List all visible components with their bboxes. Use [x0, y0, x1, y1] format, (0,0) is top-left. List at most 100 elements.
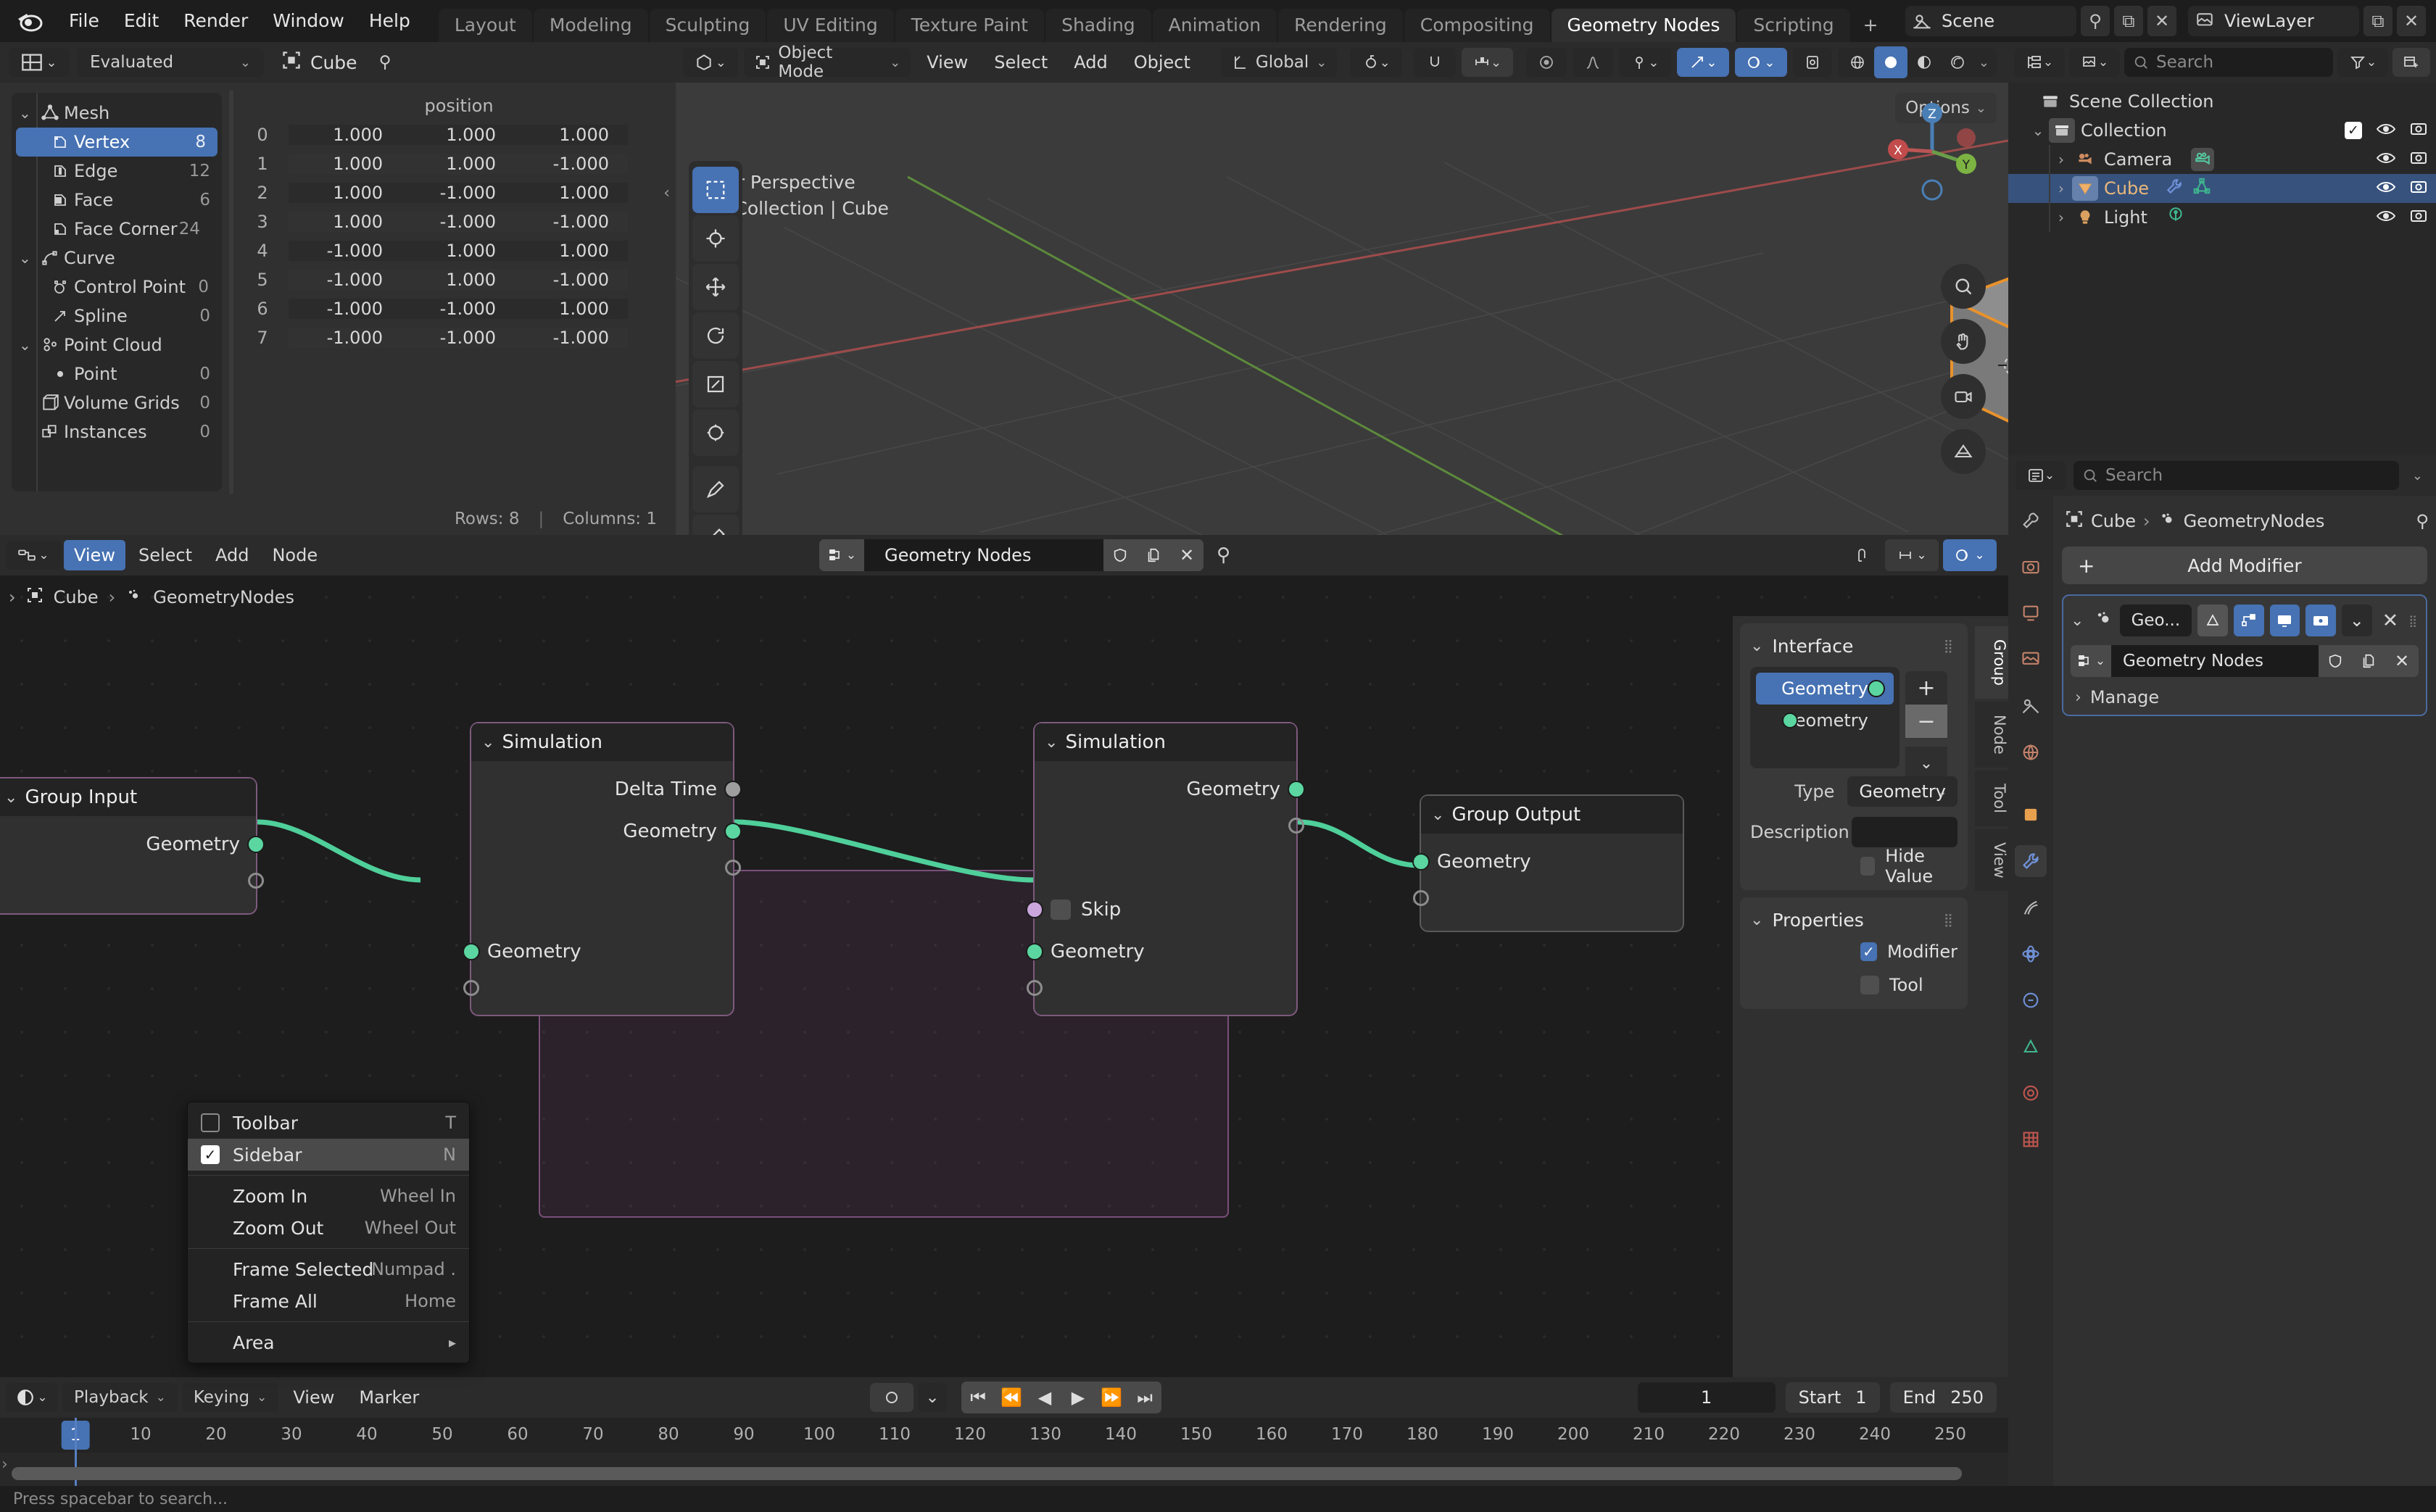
nodetree-name-field[interactable]: Geometry Nodes: [864, 539, 1103, 571]
tool-checkbox[interactable]: [1860, 976, 1879, 994]
jump-to-prev-keyframe-icon[interactable]: ⏪: [995, 1382, 1028, 1413]
modifier-extras-dropdown[interactable]: ⌄: [2342, 605, 2372, 636]
tree-row-volume-grids[interactable]: Volume Grids 0: [12, 389, 222, 418]
checkbox-exclude[interactable]: ✓: [2345, 122, 2362, 139]
node-output-extend[interactable]: [0, 865, 256, 896]
modifier-checkbox[interactable]: ✓: [1860, 942, 1877, 961]
tab-physics[interactable]: [2015, 938, 2047, 970]
workspace-tab-shading[interactable]: Shading: [1045, 9, 1151, 42]
chevron-down-icon[interactable]: ⌄: [1974, 55, 1994, 70]
tree-row-vertex[interactable]: Vertex 8: [16, 128, 218, 157]
sidebar-tab-view[interactable]: View: [1975, 829, 2008, 892]
play-icon[interactable]: ▶: [1061, 1382, 1095, 1413]
workspace-tab-modeling[interactable]: Modeling: [534, 9, 648, 42]
breadcrumb-object[interactable]: Cube: [54, 587, 99, 607]
interface-item-input-geometry[interactable]: Geometry: [1756, 705, 1894, 736]
node-input-extend[interactable]: [1421, 883, 1683, 913]
modifier-row[interactable]: ✓ Modifier: [1750, 935, 1958, 968]
nodegroup-name-field[interactable]: Geometry Nodes: [2111, 645, 2319, 677]
tab-object[interactable]: [2015, 799, 2047, 831]
hide-value-row[interactable]: Hide Value: [1750, 850, 1958, 883]
node-menu-add[interactable]: Add: [205, 535, 259, 576]
tab-view-layer[interactable]: [2015, 644, 2047, 676]
tool-row[interactable]: Tool: [1750, 968, 1958, 1002]
node-input-extend[interactable]: [1035, 973, 1296, 1003]
new-collection-icon[interactable]: [2392, 48, 2430, 77]
dataset-mode-dropdown[interactable]: Evaluated ⌄: [77, 48, 264, 77]
socket-geometry[interactable]: [1026, 943, 1043, 960]
socket-extend[interactable]: [248, 873, 264, 889]
snap-pivot-dropdown[interactable]: ⌄: [1350, 48, 1402, 77]
snap-settings-dropdown[interactable]: ⌄: [1462, 48, 1514, 77]
socket-extend[interactable]: [725, 860, 741, 876]
workspace-tab-add[interactable]: +: [1852, 9, 1890, 42]
editor-type-selector[interactable]: ⌄: [2014, 48, 2065, 77]
viewport-menu-select[interactable]: Select: [984, 42, 1058, 83]
editor-type-selector[interactable]: ⌄: [6, 541, 61, 570]
tab-output[interactable]: [2015, 597, 2047, 629]
tree-row-spline[interactable]: Spline 0: [12, 302, 222, 331]
shading-wireframe-icon[interactable]: [1841, 46, 1874, 78]
modifier-name-field[interactable]: Geo...: [2120, 605, 2192, 636]
edit-mode-display-icon[interactable]: [2197, 605, 2228, 636]
breadcrumb-modifier[interactable]: GeometryNodes: [2184, 511, 2325, 531]
chevron-down-icon[interactable]: ⌄: [2406, 468, 2429, 483]
menu-item-zoom-out[interactable]: Zoom Out Wheel Out: [188, 1212, 469, 1244]
skip-checkbox[interactable]: [1051, 900, 1071, 920]
new-viewlayer-icon[interactable]: ⧉: [2364, 6, 2392, 36]
chevron-right-icon[interactable]: ›: [9, 587, 16, 607]
menu-item-frame-selected[interactable]: Frame Selected Numpad .: [188, 1253, 469, 1285]
outliner-row-camera[interactable]: › Camera: [2008, 145, 2436, 174]
viewport-menu-view[interactable]: View: [916, 42, 978, 83]
xray-toggle[interactable]: [1793, 48, 1832, 77]
viewport-menu-add[interactable]: Add: [1064, 42, 1117, 83]
type-dropdown[interactable]: Geometry ⌄: [1847, 776, 1958, 807]
node-group-output[interactable]: ⌄ Group Output Geometry: [1420, 794, 1684, 932]
node-input-geometry[interactable]: Geometry: [1035, 931, 1296, 973]
pin-scene-icon[interactable]: ⚲: [2081, 6, 2110, 36]
node-menu-view[interactable]: View: [64, 540, 125, 570]
socket-geometry[interactable]: [1412, 853, 1430, 871]
chevron-down-icon[interactable]: ⌄: [2071, 612, 2088, 630]
disable-render-camera-icon[interactable]: [2410, 120, 2427, 141]
tab-constraints[interactable]: [2015, 984, 2047, 1016]
timeline-menu-marker[interactable]: Marker: [349, 1377, 429, 1418]
mesh-data-icon[interactable]: [2192, 177, 2211, 200]
auto-keying-dropdown[interactable]: ⌄: [918, 1383, 947, 1412]
tab-scene[interactable]: [2015, 690, 2047, 722]
zoom-icon[interactable]: [1941, 264, 1986, 309]
table-row[interactable]: 7 -1.000 -1.000 -1.000: [236, 323, 676, 352]
menu-item-zoom-in[interactable]: Zoom In Wheel In: [188, 1180, 469, 1212]
node-menu-node[interactable]: Node: [262, 535, 328, 576]
hide-viewport-eye-icon[interactable]: [2377, 120, 2395, 141]
fake-user-shield-icon[interactable]: [2319, 645, 2352, 677]
blender-logo-icon[interactable]: [14, 4, 48, 38]
timeline-scrollbar[interactable]: [12, 1467, 1962, 1480]
shading-material-icon[interactable]: [1907, 46, 1941, 78]
timeline-ruler[interactable]: 1 10 20 30 40 50 60 70 80 90 100 110 120…: [0, 1418, 2008, 1453]
tree-row-curve[interactable]: ⌄ Curve: [12, 244, 222, 273]
tool-scale-icon[interactable]: [692, 361, 739, 407]
tab-world[interactable]: [2015, 736, 2047, 768]
sidebar-tab-tool[interactable]: Tool: [1975, 770, 2008, 826]
overlays-toggle[interactable]: ⌄: [1943, 539, 1997, 571]
falloff-dropdown[interactable]: [1573, 48, 1613, 77]
disable-render-camera-icon[interactable]: [2410, 178, 2427, 199]
auto-keying-toggle[interactable]: [870, 1383, 914, 1412]
node-header[interactable]: ⌄ Group Input: [0, 778, 256, 816]
menu-edit[interactable]: Edit: [112, 0, 171, 42]
remove-socket-button[interactable]: −: [1905, 705, 1947, 738]
shading-rendered-icon[interactable]: [1941, 46, 1974, 78]
socket-extend[interactable]: [1288, 818, 1304, 834]
modifier-wrench-icon[interactable]: [2165, 177, 2184, 200]
node-output-delta-time[interactable]: Delta Time: [471, 768, 733, 810]
chevron-down-icon[interactable]: ⌄: [1750, 637, 1763, 655]
table-row[interactable]: 1 1.000 1.000 -1.000: [236, 149, 676, 178]
disable-render-camera-icon[interactable]: [2410, 207, 2427, 228]
tab-particles[interactable]: [2015, 892, 2047, 923]
tool-move-icon[interactable]: [692, 264, 739, 310]
workspace-tab-geometry-nodes[interactable]: Geometry Nodes: [1552, 9, 1736, 42]
realtime-edit-icon[interactable]: [2234, 605, 2264, 636]
channel-expand-arrow-icon[interactable]: ›: [1, 1455, 8, 1474]
tree-row-face-corner[interactable]: Face Corner 24: [12, 215, 222, 244]
